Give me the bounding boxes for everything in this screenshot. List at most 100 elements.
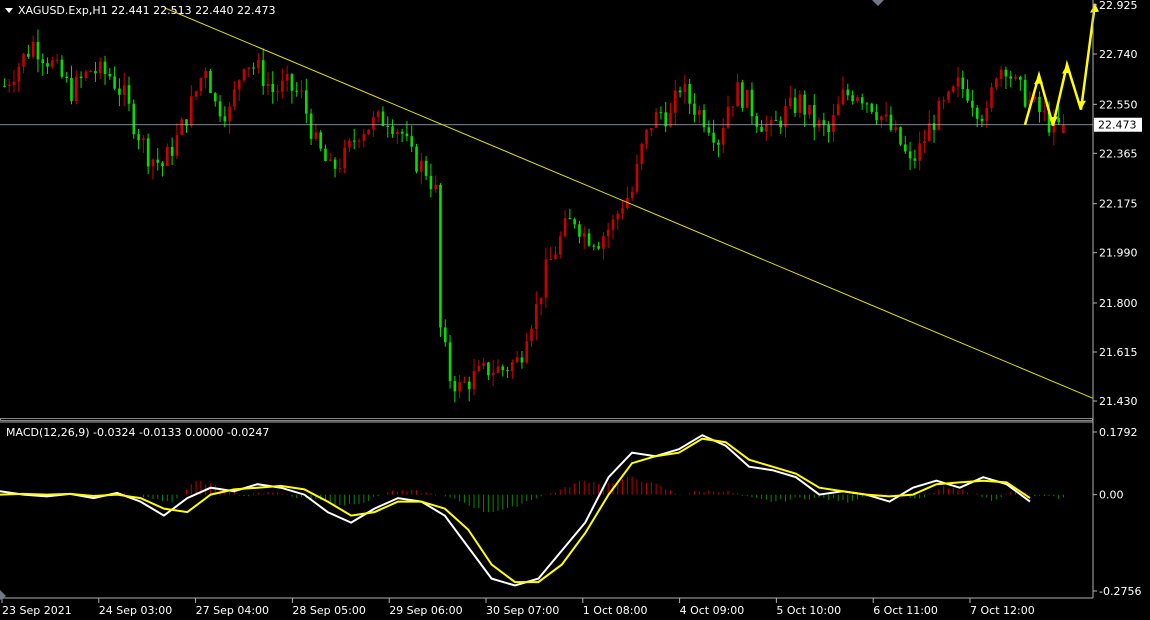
candle-body <box>51 60 54 67</box>
candle-body <box>784 106 787 128</box>
candle-body <box>458 381 461 392</box>
candle-body <box>927 123 931 142</box>
candle-body <box>942 100 945 102</box>
candle-body <box>166 146 169 166</box>
macd-tick-label: 0.00 <box>1099 489 1124 502</box>
candle-body <box>827 125 830 133</box>
time-tick-label: 5 Oct 10:00 <box>776 604 841 617</box>
candle-body <box>108 73 112 77</box>
candle-body <box>971 100 974 108</box>
candle-body <box>324 148 327 162</box>
candle-body <box>990 87 993 109</box>
candle-body <box>79 76 83 79</box>
candle-body <box>31 41 35 57</box>
price-tick-label: 22.925 <box>1099 0 1138 12</box>
time-tick-label: 27 Sep 04:00 <box>196 604 269 617</box>
candle-body <box>3 85 6 87</box>
candle-body <box>616 213 620 220</box>
candle-body <box>832 115 835 133</box>
candle-body <box>707 127 711 133</box>
candle-body <box>659 112 663 114</box>
candle-body <box>999 69 1003 79</box>
candle-body <box>880 116 883 121</box>
candle-body <box>558 236 562 255</box>
price-tick-label: 22.365 <box>1099 147 1138 160</box>
time-tick-label: 28 Sep 05:00 <box>292 604 365 617</box>
candle-body <box>530 328 533 342</box>
candle-body <box>410 136 414 147</box>
candle-body <box>621 208 624 214</box>
candle-body <box>889 114 893 130</box>
candle-body <box>309 113 313 139</box>
candle-body <box>875 112 878 121</box>
candle-body <box>731 106 735 108</box>
candle-body <box>175 134 179 156</box>
time-tick-label: 7 Oct 12:00 <box>970 604 1035 617</box>
price-chart-canvas[interactable]: 22.925 22.740 22.550 22.365 22.175 21.990 21.8… <box>0 0 1150 620</box>
candle-body <box>146 138 150 167</box>
candle-body <box>429 175 433 190</box>
candle-body <box>956 77 960 87</box>
candle-body <box>841 89 845 105</box>
candle-body <box>798 94 802 113</box>
candle-body <box>525 341 529 363</box>
candle-body <box>932 123 936 130</box>
price-tick-label: 21.615 <box>1099 346 1138 359</box>
candle-body <box>94 71 97 74</box>
candle-body <box>194 91 198 97</box>
candle-body <box>386 125 390 127</box>
candle-body <box>189 96 193 126</box>
candle-body <box>247 67 251 70</box>
candle-body <box>362 134 366 141</box>
chart-menu-icon[interactable] <box>5 8 13 13</box>
candle-body <box>376 111 380 118</box>
price-tick-label: 22.175 <box>1099 198 1138 211</box>
candle-body <box>808 105 811 115</box>
candle-body <box>860 97 864 104</box>
candle-body <box>295 90 299 92</box>
candle-body <box>975 107 979 119</box>
candle-body <box>84 71 88 79</box>
candle-body <box>381 111 385 126</box>
candle-body <box>745 89 749 108</box>
candle-body <box>717 142 720 145</box>
candle-body <box>266 84 270 87</box>
candle-body <box>788 97 792 107</box>
candle-body <box>1023 79 1027 107</box>
candle-body <box>290 74 294 91</box>
candle-body <box>36 41 40 60</box>
candle-body <box>400 131 404 134</box>
candle-body <box>333 159 337 169</box>
time-tick-label: 6 Oct 11:00 <box>873 604 938 617</box>
candle-body <box>578 224 581 237</box>
candle-body <box>223 116 227 122</box>
candle-body <box>137 134 140 141</box>
candle-body <box>204 71 207 79</box>
candle-body <box>1062 124 1065 134</box>
candle-body <box>89 71 92 73</box>
candle-body <box>535 304 538 329</box>
candle-body <box>237 80 241 90</box>
candle-body <box>113 76 116 89</box>
macd-tick-label: -0.2756 <box>1099 585 1141 598</box>
candle-body <box>12 81 16 85</box>
candle-body <box>448 342 452 382</box>
candle-body <box>60 59 64 77</box>
candle-body <box>252 67 255 69</box>
candle-body <box>985 108 989 122</box>
current-price-label: 22.473 <box>1098 119 1137 132</box>
candle-body <box>961 77 965 90</box>
candle-body <box>261 60 265 87</box>
candle-body <box>1004 69 1008 77</box>
macd-tick-label: 0.1792 <box>1099 426 1138 439</box>
price-tick-label: 21.430 <box>1099 395 1138 408</box>
candle-body <box>635 163 639 192</box>
candle-body <box>520 357 524 363</box>
candle-body <box>443 327 447 343</box>
candle-body <box>17 66 21 82</box>
candle-body <box>951 86 955 92</box>
candle-body <box>415 146 418 172</box>
candle-body <box>161 162 164 166</box>
candle-body <box>597 246 600 249</box>
candle-body <box>491 372 495 376</box>
